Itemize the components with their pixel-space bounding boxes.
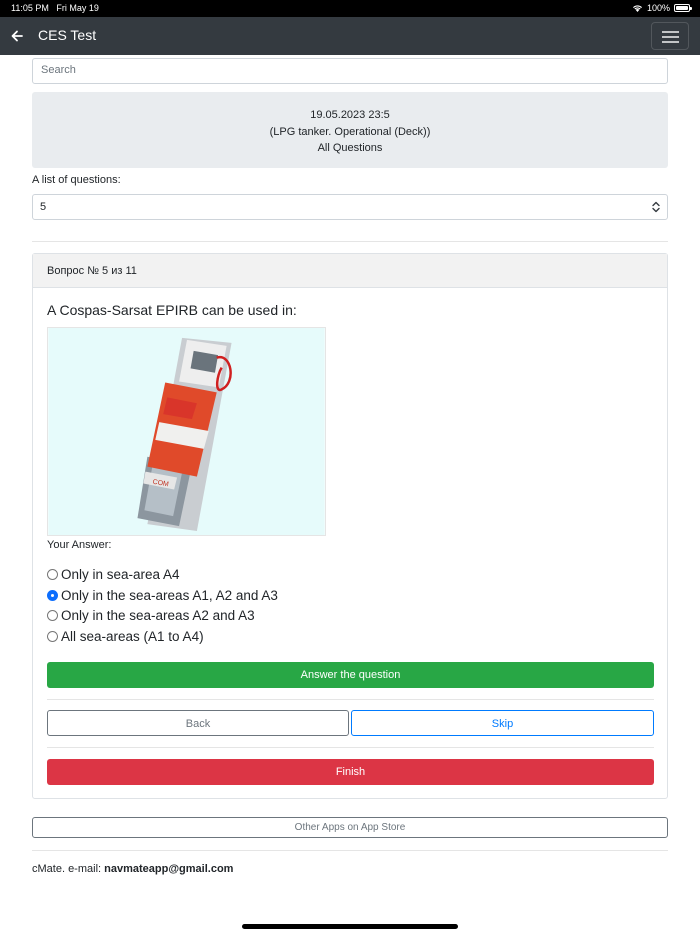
radio-button[interactable] — [47, 610, 58, 621]
question-list-select[interactable]: 5 — [32, 194, 668, 220]
contact-email[interactable]: navmateapp@gmail.com — [104, 863, 233, 875]
answer-option-label: All sea-areas (A1 to A4) — [61, 629, 204, 644]
question-list-label: A list of questions: — [32, 174, 121, 186]
battery-percent: 100% — [646, 3, 670, 13]
divider — [47, 699, 654, 700]
hamburger-line — [662, 36, 679, 38]
page-title: CES Test — [38, 27, 97, 43]
status-bar: 11:05 PM Fri May 19 100% — [0, 0, 700, 17]
answer-option[interactable]: Only in the sea-areas A1, A2 and A3 — [47, 588, 278, 603]
radio-button[interactable] — [47, 631, 58, 642]
answer-question-button[interactable]: Answer the question — [47, 662, 654, 688]
hamburger-line — [662, 31, 679, 33]
status-date: Fri May 19 — [56, 3, 99, 13]
navbar: CES Test — [0, 17, 700, 55]
skip-button[interactable]: Skip — [351, 710, 654, 736]
divider — [32, 850, 668, 851]
test-info-panel: 19.05.2023 23:5 (LPG tanker. Operational… — [32, 92, 668, 168]
test-category: (LPG tanker. Operational (Deck)) — [269, 125, 431, 138]
select-chevron-icon — [652, 201, 660, 213]
answer-option-label: Only in the sea-areas A2 and A3 — [61, 608, 255, 623]
answer-option[interactable]: Only in sea-area A4 — [47, 567, 180, 582]
home-indicator[interactable] — [242, 924, 458, 929]
question-text: A Cospas-Sarsat EPIRB can be used in: — [47, 302, 297, 318]
footer: cMate. e-mail: navmateapp@gmail.com — [32, 863, 233, 875]
wifi-icon — [632, 5, 642, 12]
radio-button[interactable] — [47, 569, 58, 580]
battery-icon — [674, 4, 692, 12]
test-mode: All Questions — [317, 142, 383, 154]
radio-button-selected[interactable] — [47, 590, 58, 601]
answer-option-label: Only in the sea-areas A1, A2 and A3 — [61, 588, 278, 603]
other-apps-button[interactable]: Other Apps on App Store — [32, 817, 668, 838]
menu-toggle-button[interactable] — [651, 22, 689, 50]
search-input[interactable]: Search — [32, 58, 668, 84]
test-datetime: 19.05.2023 23:5 — [310, 109, 390, 121]
divider — [32, 241, 668, 242]
finish-button[interactable]: Finish — [47, 759, 654, 785]
your-answer-label: Your Answer: — [47, 539, 112, 551]
back-arrow-icon[interactable] — [9, 27, 25, 45]
answer-option[interactable]: Only in the sea-areas A2 and A3 — [47, 608, 255, 623]
epirb-image: COM — [47, 327, 326, 536]
answer-option-label: Only in sea-area A4 — [61, 567, 180, 582]
footer-prefix: cMate. e-mail: — [32, 863, 105, 875]
status-right: 100% — [632, 3, 692, 13]
question-counter: Вопрос № 5 из 11 — [33, 254, 667, 288]
status-clock: 11:05 PM — [11, 3, 49, 13]
question-card: Вопрос № 5 из 11 A Cospas-Sarsat EPIRB c… — [32, 253, 668, 799]
question-list-value: 5 — [40, 201, 47, 213]
hamburger-line — [662, 41, 679, 43]
answer-option[interactable]: All sea-areas (A1 to A4) — [47, 629, 204, 644]
back-button[interactable]: Back — [47, 710, 349, 736]
status-time: 11:05 PM Fri May 19 — [11, 3, 99, 13]
divider — [47, 747, 654, 748]
